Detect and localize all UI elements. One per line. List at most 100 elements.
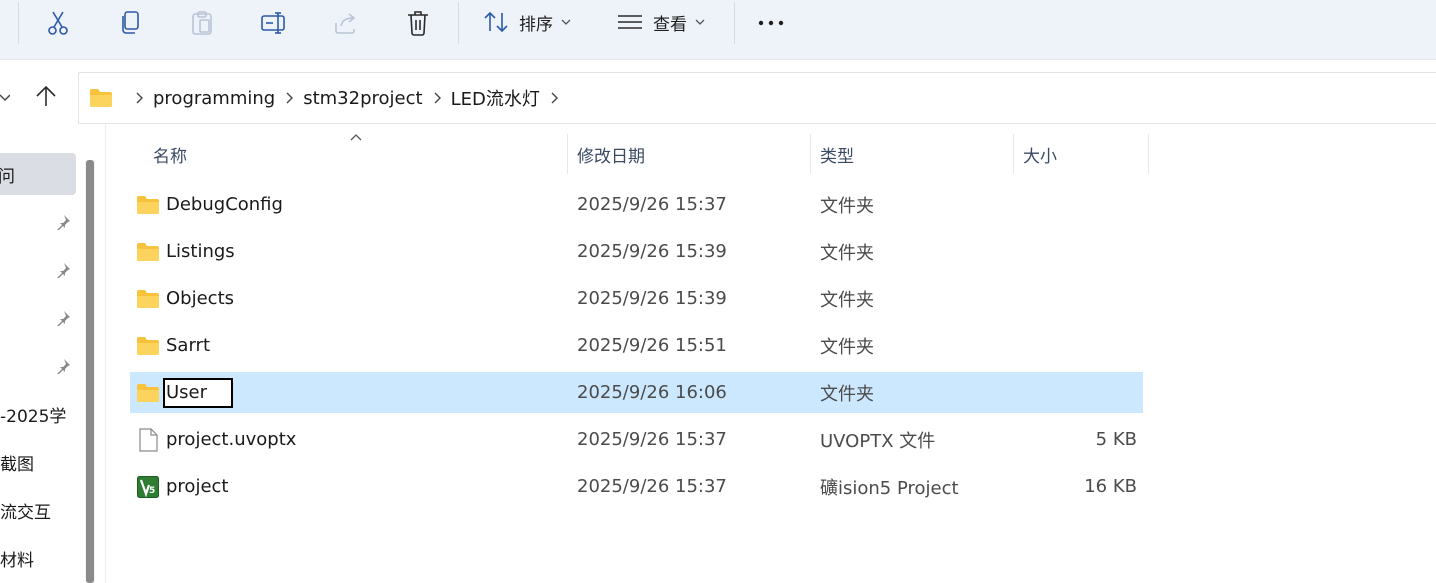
file-row[interactable]: DebugConfig 2025/9/26 15:37 文件夹 [130, 184, 1143, 225]
breadcrumb-programming[interactable]: programming [153, 88, 275, 109]
file-row[interactable]: Objects 2025/9/26 15:39 文件夹 [130, 278, 1143, 319]
column-divider[interactable] [810, 134, 811, 174]
pin-icon[interactable] [55, 214, 71, 231]
more-icon [758, 20, 784, 26]
toolbar-divider [734, 2, 735, 44]
column-header-size[interactable]: 大小 [1023, 134, 1057, 174]
breadcrumb-stm32project[interactable]: stm32project [303, 88, 422, 109]
file-type: 文件夹 [820, 242, 874, 264]
toolbar-divider [18, 2, 19, 44]
scissors-icon [46, 10, 70, 36]
sort-icon [483, 11, 509, 33]
copy-button[interactable] [113, 8, 147, 38]
chevron-right-icon[interactable] [546, 90, 562, 106]
paste-button[interactable] [185, 8, 219, 38]
chevron-right-icon[interactable] [429, 90, 445, 106]
file-name: project [166, 476, 229, 497]
file-date: 2025/9/26 15:51 [577, 335, 727, 356]
command-bar: 排序 查看 [0, 0, 1436, 60]
file-date: 2025/9/26 16:06 [577, 382, 727, 403]
file-type: 文件夹 [820, 336, 874, 358]
file-name-cell: Objects [136, 278, 234, 319]
chevron-down-icon [695, 18, 705, 26]
file-name-cell: Listings [136, 231, 235, 272]
file-date: 2025/9/26 15:37 [577, 429, 727, 450]
file-name: Listings [166, 241, 235, 262]
up-button[interactable] [30, 82, 62, 114]
pin-icon[interactable] [55, 358, 71, 375]
rename-button[interactable] [257, 8, 291, 38]
rename-icon [260, 11, 288, 35]
nav-item-label[interactable]: 截图 [0, 450, 34, 475]
folder-icon [136, 334, 160, 358]
chevron-right-icon[interactable] [281, 90, 297, 106]
clipboard-icon [190, 10, 214, 36]
file-name: Objects [166, 288, 235, 309]
file-name-cell: project.uvoptx [136, 419, 296, 460]
keil-project-icon: 5 [136, 475, 160, 499]
column-divider[interactable] [1013, 134, 1014, 174]
file-name-cell: User [136, 372, 234, 413]
file-row[interactable]: project.uvoptx 2025/9/26 15:37 UVOPTX 文件 5 … [130, 419, 1143, 460]
column-header-date[interactable]: 修改日期 [577, 134, 645, 174]
folder-icon [136, 287, 160, 311]
delete-button[interactable] [401, 8, 435, 38]
pin-icon[interactable] [55, 262, 71, 279]
cut-button[interactable] [41, 8, 75, 38]
sidebar-scrollbar-thumb[interactable] [86, 160, 94, 583]
file-name-cell: 5 project [136, 466, 228, 507]
column-header-type[interactable]: 类型 [820, 134, 854, 174]
pane-divider[interactable] [105, 124, 106, 583]
file-row[interactable]: 5 project 2025/9/26 15:37 礦ision5 Project 16… [130, 466, 1143, 507]
sort-ascending-icon [350, 134, 362, 141]
column-divider[interactable] [567, 134, 568, 174]
view-dropdown[interactable]: 查看 [617, 6, 705, 38]
file-size: 5 KB [1095, 429, 1137, 450]
file-icon [136, 427, 160, 452]
folder-icon [89, 88, 113, 108]
file-size: 16 KB [1084, 476, 1137, 497]
file-type: 礦ision5 Project [820, 477, 959, 499]
sort-dropdown[interactable]: 排序 [483, 6, 571, 38]
file-date: 2025/9/26 15:39 [577, 288, 727, 309]
share-icon [333, 11, 359, 35]
chevron-right-icon[interactable] [131, 90, 147, 106]
nav-item-label[interactable]: 材料 [0, 546, 34, 571]
file-name: project.uvoptx [166, 429, 297, 450]
nav-item-selected[interactable]: 问 [0, 153, 76, 195]
sort-label: 排序 [519, 14, 553, 35]
folder-icon [136, 381, 160, 405]
nav-item-label: 问 [0, 166, 15, 187]
copy-icon [119, 10, 141, 36]
file-type: 文件夹 [820, 195, 874, 217]
file-name-cell: DebugConfig [136, 184, 283, 225]
file-date: 2025/9/26 15:39 [577, 241, 727, 262]
file-row[interactable]: Listings 2025/9/26 15:39 文件夹 [130, 231, 1143, 272]
column-divider[interactable] [1148, 134, 1149, 174]
folder-icon [136, 240, 160, 264]
nav-item-label[interactable]: -2025学 [0, 402, 66, 427]
breadcrumb-led-folder[interactable]: LED流水灯 [451, 85, 540, 111]
file-row[interactable]: User 2025/9/26 16:06 文件夹 [130, 372, 1143, 413]
share-button[interactable] [329, 8, 363, 38]
svg-text:5: 5 [149, 486, 155, 496]
nav-item-label[interactable]: 流交互 [0, 498, 51, 523]
pin-icon[interactable] [55, 310, 71, 327]
file-row[interactable]: Sarrt 2025/9/26 15:51 文件夹 [130, 325, 1143, 366]
file-name: Sarrt [166, 335, 210, 356]
view-lines-icon [617, 12, 643, 32]
recent-locations-chevron-icon[interactable] [0, 90, 11, 106]
address-bar[interactable]: programming stm32project LED流水灯 [78, 72, 1436, 124]
file-type: UVOPTX 文件 [820, 430, 936, 452]
file-name-cell: Sarrt [136, 325, 210, 366]
file-type: 文件夹 [820, 289, 874, 311]
file-name: DebugConfig [166, 194, 283, 215]
toolbar-divider [458, 2, 459, 44]
rename-input[interactable]: User [163, 377, 234, 408]
view-label: 查看 [653, 14, 687, 35]
arrow-up-icon [35, 85, 57, 111]
more-options-button[interactable] [754, 8, 788, 38]
chevron-down-icon [561, 18, 571, 26]
column-header-name[interactable]: 名称 [153, 134, 187, 174]
file-date: 2025/9/26 15:37 [577, 476, 727, 497]
